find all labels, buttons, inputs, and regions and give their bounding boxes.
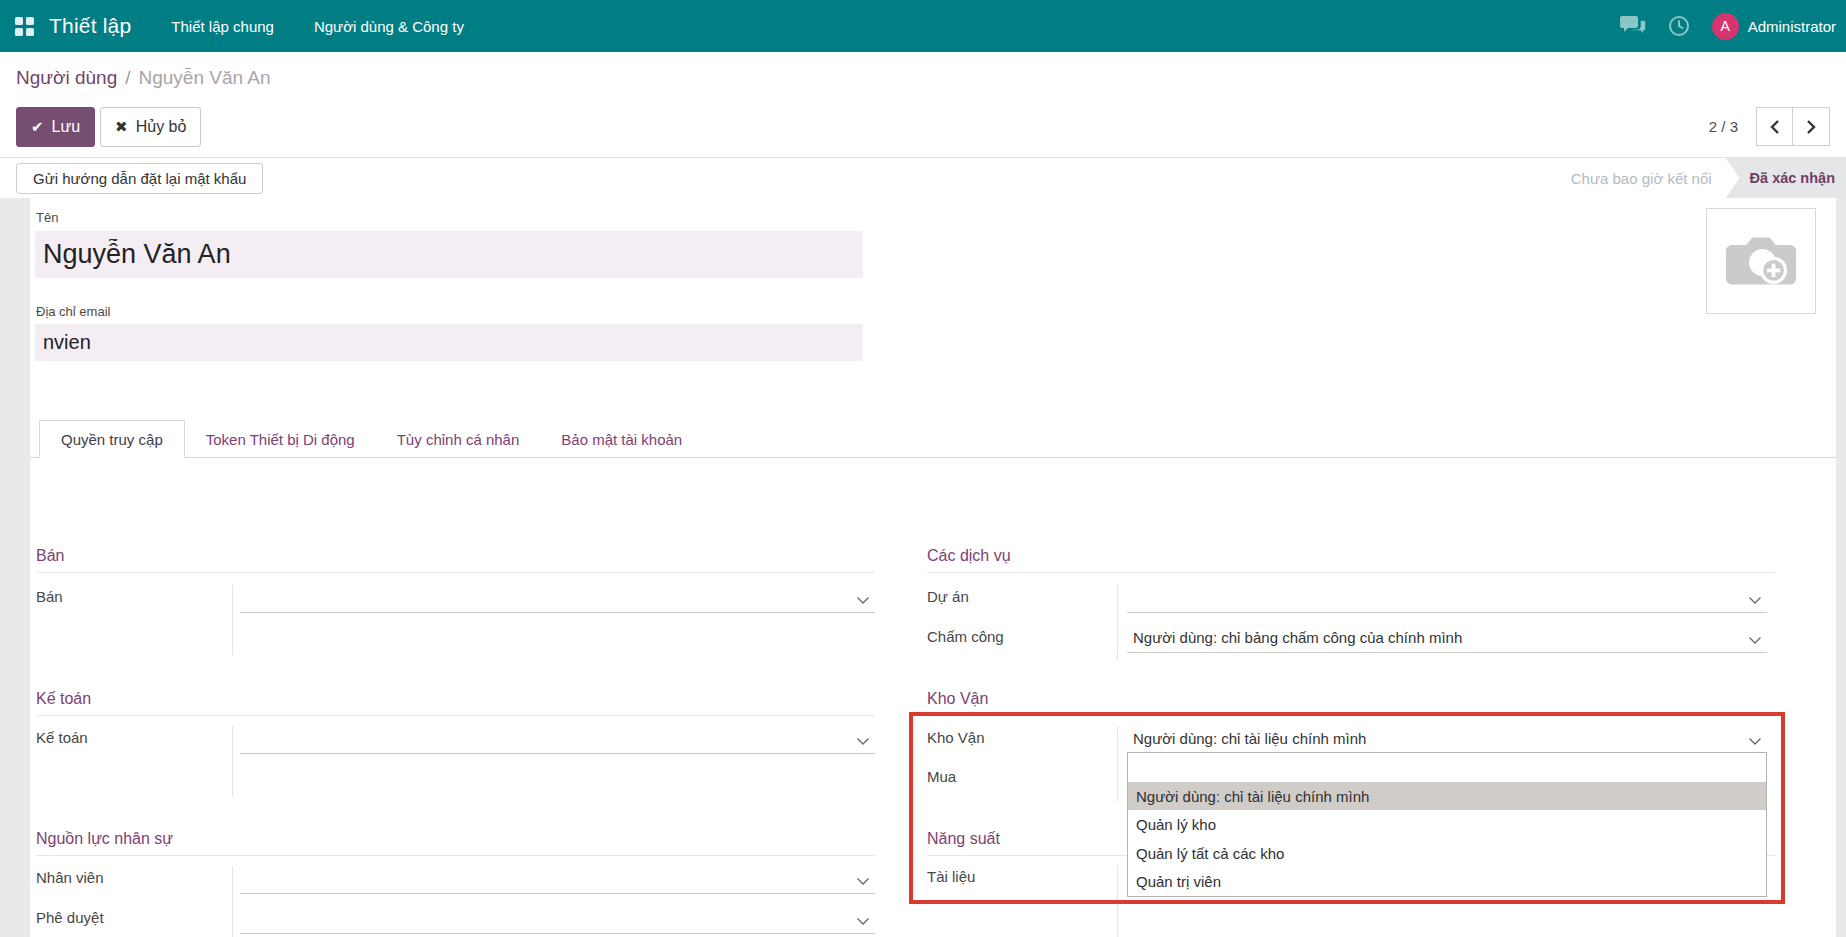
section-title-human-resources: Nguồn lực nhân sự (36, 830, 875, 856)
name-input[interactable] (35, 231, 863, 278)
tab-mobile-device-token[interactable]: Token Thiết bị Di động (185, 420, 376, 458)
pager-next-button[interactable] (1793, 107, 1830, 146)
status-confirmed[interactable]: Đã xác nhận (1726, 158, 1846, 198)
section-title-accounting: Kế toán (36, 690, 875, 716)
select-sales[interactable] (240, 588, 875, 613)
field-label-inventory: Kho Vận (927, 729, 985, 746)
pager-previous-button[interactable] (1756, 107, 1793, 146)
tab-access-rights[interactable]: Quyền truy cập (39, 420, 185, 458)
chevron-down-icon (856, 737, 870, 746)
apps-grid-icon[interactable] (15, 17, 34, 36)
statusbar: Chưa bao giờ kết nối Đã xác nhận (1571, 158, 1846, 198)
chevron-down-icon (856, 596, 870, 605)
select-approvals[interactable] (240, 909, 875, 934)
breadcrumb-current: Nguyễn Văn An (139, 67, 271, 89)
breadcrumb-separator: / (125, 67, 130, 89)
form-view-background: Tên Địa chỉ email Quyền truy cập Token T… (0, 198, 1846, 937)
profile-image-placeholder[interactable] (1706, 208, 1816, 314)
dropdown-option[interactable]: Quản trị viên (1128, 867, 1766, 896)
menu-item-users-companies[interactable]: Người dùng & Công ty (314, 18, 464, 35)
pager-counter: 2 / 3 (1709, 118, 1738, 135)
top-navbar: Thiết lập Thiết lập chung Người dùng & C… (0, 0, 1846, 52)
inventory-select-dropdown: Người dùng: chỉ tài liệu chính mình Quản… (1127, 752, 1767, 897)
menu-item-general-settings[interactable]: Thiết lập chung (171, 18, 274, 35)
email-field-label: Địa chỉ email (36, 304, 110, 319)
field-label-approvals: Phê duyệt (36, 909, 104, 926)
chevron-down-icon (1748, 636, 1762, 645)
discard-button[interactable]: ✖ Hủy bỏ (100, 107, 201, 147)
dropdown-option-empty[interactable] (1128, 753, 1766, 782)
user-name[interactable]: Administrator (1748, 18, 1836, 35)
select-timesheets[interactable]: Người dùng: chỉ bảng chấm công của chính… (1127, 628, 1767, 653)
pager: 2 / 3 (1709, 107, 1830, 146)
user-avatar[interactable]: A (1712, 13, 1739, 40)
notebook-tabs: Quyền truy cập Token Thiết bị Di động Tù… (30, 420, 1836, 458)
select-employees[interactable] (240, 869, 875, 894)
form-sheet: Tên Địa chỉ email Quyền truy cập Token T… (30, 198, 1836, 937)
chevron-down-icon (1748, 737, 1762, 746)
field-label-employees: Nhân viên (36, 869, 104, 886)
app-title[interactable]: Thiết lập (49, 14, 131, 38)
camera-plus-icon (1723, 231, 1799, 291)
dropdown-option[interactable]: Quản lý kho (1128, 810, 1766, 839)
send-password-reset-button[interactable]: Gửi hướng dẫn đặt lại mật khẩu (16, 163, 263, 194)
field-label-project: Dự án (927, 588, 969, 605)
action-bar: Gửi hướng dẫn đặt lại mật khẩu Chưa bao … (0, 158, 1846, 198)
dropdown-option[interactable]: Quản lý tất cả các kho (1128, 839, 1766, 867)
section-title-inventory: Kho Vận (927, 690, 1775, 716)
save-button[interactable]: ✔ Lưu (16, 107, 95, 147)
email-input[interactable] (35, 324, 863, 361)
tab-preferences[interactable]: Tùy chỉnh cá nhân (376, 420, 541, 458)
check-icon: ✔ (31, 118, 44, 136)
control-panel-buttons: ✔ Lưu ✖ Hủy bỏ 2 / 3 (0, 104, 1846, 158)
chevron-down-icon (1748, 596, 1762, 605)
name-field-label: Tên (36, 210, 58, 225)
dropdown-option-selected[interactable]: Người dùng: chỉ tài liệu chính mình (1128, 782, 1766, 810)
chat-icon[interactable] (1620, 15, 1646, 37)
tab-account-security[interactable]: Bảo mật tài khoản (540, 420, 703, 458)
chevron-down-icon (856, 917, 870, 926)
x-icon: ✖ (115, 118, 128, 136)
select-accounting[interactable] (240, 729, 875, 754)
section-title-services: Các dịch vụ (927, 547, 1775, 573)
field-label-purchase: Mua (927, 768, 956, 785)
activity-clock-icon[interactable] (1668, 15, 1690, 37)
section-title-sales: Bán (36, 547, 875, 573)
field-label-documents: Tài liệu (927, 868, 975, 885)
breadcrumb: Người dùng / Nguyễn Văn An (0, 52, 1846, 104)
select-project[interactable] (1127, 588, 1767, 613)
field-label-sales: Bán (36, 588, 63, 605)
field-label-accounting: Kế toán (36, 729, 88, 746)
field-label-timesheets: Chấm công (927, 628, 1004, 645)
chevron-down-icon (856, 877, 870, 886)
status-never-connected[interactable]: Chưa bao giờ kết nối (1571, 170, 1712, 187)
breadcrumb-parent-link[interactable]: Người dùng (16, 67, 117, 89)
select-inventory[interactable]: Người dùng: chỉ tài liệu chính mình (1127, 729, 1767, 754)
